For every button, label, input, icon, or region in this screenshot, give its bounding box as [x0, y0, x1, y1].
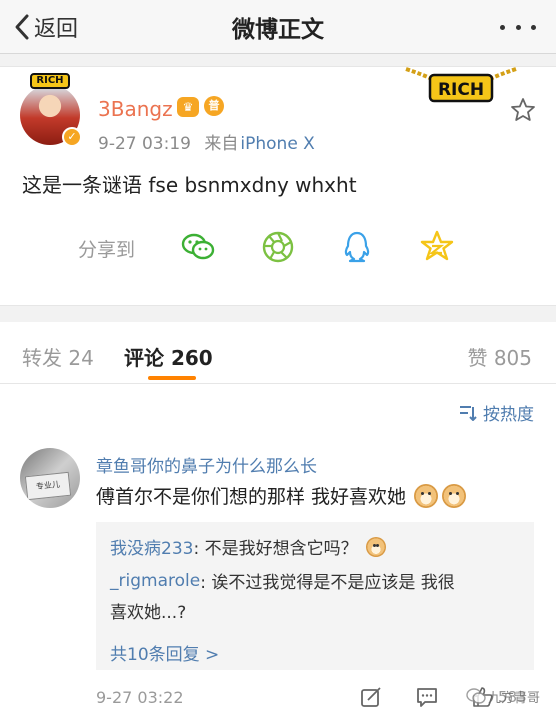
reply-author[interactable]: 我没病233	[110, 534, 193, 559]
doge-emoji-icon	[442, 483, 467, 508]
post-source-prefix: 来自	[204, 134, 239, 154]
reply-item: 我没病233 : 不是我好想含它吗？	[110, 534, 386, 559]
avatar-sign: 专业儿	[24, 471, 72, 501]
tab-comments[interactable]: 评论 260	[124, 342, 213, 371]
doge-emoji-icon	[365, 536, 386, 557]
comment-body: 傅首尔不是你们想的那样 我好喜欢她	[96, 482, 467, 509]
qzone-icon[interactable]	[419, 229, 455, 265]
tab-likes[interactable]: 赞 805	[467, 342, 532, 371]
favorite-star-icon[interactable]	[510, 97, 536, 123]
verified-icon: ✓	[62, 127, 82, 147]
post-avatar[interactable]: RICH ✓	[20, 73, 82, 147]
reply-text: 喜欢她...?	[110, 603, 187, 623]
comments-section: 按热度 专业儿 章鱼哥你的鼻子为什么那么长 傅首尔不是你们想的那样 我好喜欢她 …	[0, 384, 556, 725]
vip-badge: 普	[204, 96, 224, 116]
reply-item-continued: 喜欢她...?	[110, 598, 186, 623]
watermark: 九方青哥	[466, 683, 546, 709]
comment-avatar[interactable]: 专业儿	[20, 448, 80, 508]
dot-icon	[500, 24, 505, 30]
reply-item: _rigmarole : 诶不过我觉得是不是应该是 我很	[110, 568, 455, 594]
more-options-button[interactable]	[500, 14, 536, 40]
reply-preview-box[interactable]: 我没病233 : 不是我好想含它吗？ _rigmarole : 诶不过我觉得是不…	[96, 522, 534, 670]
sort-icon	[460, 405, 477, 421]
wechat-watermark-icon	[466, 688, 486, 704]
rich-chain-decoration: RICH	[405, 67, 517, 103]
crown-icon: ♛	[177, 97, 199, 117]
wechat-icon[interactable]	[180, 229, 216, 265]
watermark-text: 九方青哥	[488, 690, 541, 706]
post-text: 这是一条谜语 fse bsnmxdny whxht	[22, 173, 357, 197]
tab-repost[interactable]: 转发 24	[22, 342, 94, 371]
active-tab-indicator	[148, 376, 196, 380]
reply-comment-icon[interactable]	[416, 686, 438, 708]
comment-time: 9-27 03:22	[96, 688, 184, 707]
reply-text: : 不是我好想含它吗？	[193, 539, 358, 559]
post-source[interactable]: iPhone X	[240, 134, 314, 154]
post-meta: 9-27 03:19 来自 iPhone X	[98, 129, 315, 154]
dot-icon	[515, 24, 521, 30]
comment-author[interactable]: 章鱼哥你的鼻子为什么那么长	[96, 452, 317, 477]
sort-by-popularity-button[interactable]: 按热度	[459, 400, 534, 425]
post-username[interactable]: 3Bangz	[98, 97, 173, 121]
dot-icon	[531, 24, 536, 30]
comment-text: 傅首尔不是你们想的那样 我好喜欢她	[96, 486, 407, 508]
view-all-replies-link[interactable]: 共10条回复 >	[110, 640, 219, 665]
avatar-pendant-badge: RICH	[30, 73, 70, 89]
repost-edit-icon[interactable]	[360, 686, 382, 708]
rich-chain-text: RICH	[438, 80, 484, 100]
reply-text: : 诶不过我觉得是不是应该是 我很	[200, 573, 455, 593]
post-card: RICH ✓ 3Bangz ♛ 普 9-27 03:19 来自 iPhone X …	[0, 66, 556, 306]
reply-author[interactable]: _rigmarole	[110, 571, 200, 591]
moments-icon[interactable]	[260, 229, 296, 265]
sort-label: 按热度	[483, 405, 534, 425]
doge-emoji-icon	[414, 483, 439, 508]
page-title: 微博正文	[232, 17, 324, 43]
post-time: 9-27 03:19	[98, 134, 191, 154]
detail-tabs: 转发 24 评论 260 赞 805	[0, 322, 556, 384]
qq-icon[interactable]	[339, 229, 375, 265]
share-label: 分享到	[78, 239, 136, 261]
nav-bar: 返回 微博正文	[0, 0, 556, 54]
